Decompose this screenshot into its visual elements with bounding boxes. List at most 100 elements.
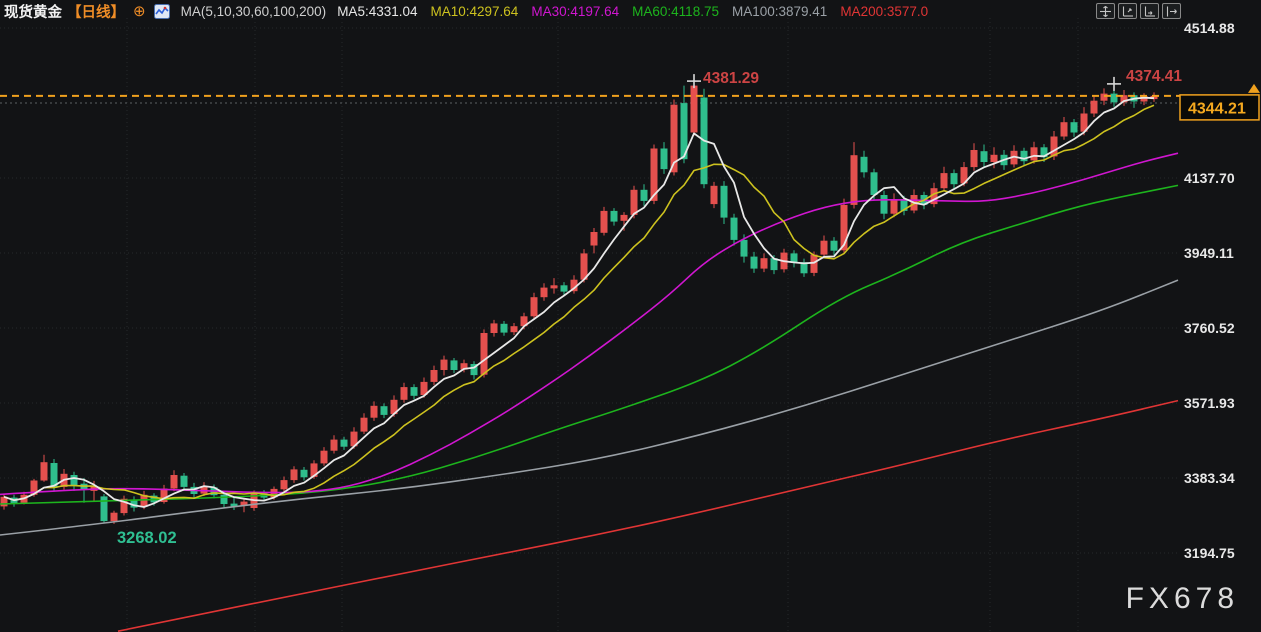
candle [471,361,478,379]
candle [381,403,388,418]
candle [181,473,188,491]
pan-crosshair-button[interactable] [1096,3,1115,19]
crosshair-marker [687,74,701,88]
scale-price-axis-button[interactable] [1118,3,1137,19]
candle [41,455,48,482]
ma-value-label: MA60:4118.75 [632,4,719,19]
candle [881,191,888,220]
annotation-peak-high: 4381.29 [703,70,759,87]
candle [501,321,508,336]
candle [101,494,108,524]
candle [1091,95,1098,117]
candle [301,467,308,481]
scale-axis-right-icon [1143,6,1156,17]
instrument-icon [154,4,170,19]
candle [941,167,948,192]
annotation-recent-high: 4374.41 [1126,68,1182,85]
candle [1071,119,1078,137]
candle [641,184,648,206]
candle [1031,142,1038,164]
chart-header: 现货黄金 【日线】 ⊕ MA(5,10,30,60,100,200) MA5:4… [0,0,1261,22]
ma-line-ma100 [0,280,1178,535]
scale-axis-up-icon [1121,6,1134,17]
scale-time-axis-button[interactable] [1140,3,1159,19]
candle [511,323,518,335]
candle [711,182,718,208]
ma-legend: MA5:4331.04 MA10:4297.64 MA30:4197.64 MA60:… [337,4,928,19]
candle [661,142,668,174]
price-tick-label: 3383.34 [1184,470,1235,486]
candle [731,214,738,246]
candle [861,151,868,178]
candle [481,329,488,377]
price-tick-label: 3571.93 [1184,395,1235,411]
candle [491,320,498,337]
candle [431,366,438,386]
candlestick-chart[interactable]: 4344.214514.884137.703949.113760.523571.… [0,0,1261,632]
ma-line-ma60 [0,185,1178,504]
candle [401,383,408,403]
go-to-latest-button[interactable] [1162,3,1181,19]
symbol-name: 现货黄金 [4,1,62,22]
candle [1151,92,1158,102]
ma-line-ma200 [118,401,1178,632]
candle [1061,117,1068,140]
candle [541,283,548,301]
price-tick-label: 3760.52 [1184,320,1235,336]
pan-crosshair-icon [1099,6,1112,17]
candle [161,485,168,504]
candle [281,477,288,492]
candle [331,435,338,453]
candle [611,208,618,226]
annotation-low: 3268.02 [117,529,177,547]
candle [321,447,328,466]
candle [951,170,958,189]
watermark: FX678 [1126,582,1239,616]
ma-value-label: MA5:4331.04 [337,4,417,19]
candle [121,496,128,516]
add-indicator-icon[interactable]: ⊕ [133,4,146,19]
candle [801,259,808,277]
price-tick-label: 4137.70 [1184,170,1235,186]
arrow-exit-right-icon [1165,6,1178,17]
ma-value-label: MA200:3577.0 [840,4,928,19]
candle [1021,148,1028,166]
candle [231,496,238,510]
candle [171,470,178,491]
candle [971,143,978,170]
chart-toolbar [1096,3,1181,19]
candle [371,401,378,421]
candle [411,384,418,399]
ma-value-label: MA100:3879.41 [732,4,827,19]
candle [591,228,598,253]
candle [361,413,368,434]
ma-value-label: MA10:4297.64 [431,4,519,19]
crosshair-marker [1107,77,1121,91]
candle [451,358,458,373]
candle [441,356,448,376]
candle [821,236,828,258]
svg-text:4344.21: 4344.21 [1188,100,1246,117]
candle [551,278,558,294]
candle [531,293,538,319]
timeframe-label[interactable]: 【日线】 [67,1,125,22]
candle [71,472,78,491]
ma-line-ma10 [4,105,1154,500]
candle [851,142,858,208]
candle [751,252,758,273]
price-arrow-marker[interactable] [1248,84,1260,93]
ma-line-ma30 [0,153,1178,494]
candle [1,494,8,509]
candle [761,253,768,272]
ma-value-label: MA30:4197.64 [531,4,619,19]
price-tick-label: 3194.75 [1184,545,1235,561]
candle [601,207,608,236]
candle [291,466,298,483]
grid [0,18,1178,632]
candle [721,181,728,224]
ma-group-label: MA(5,10,30,60,100,200) [181,4,327,19]
candle [981,145,988,167]
price-tick-label: 3949.11 [1184,245,1234,261]
chart-window: 4344.214514.884137.703949.113760.523571.… [0,0,1261,632]
last-price-box: 4344.21 [1180,95,1259,120]
